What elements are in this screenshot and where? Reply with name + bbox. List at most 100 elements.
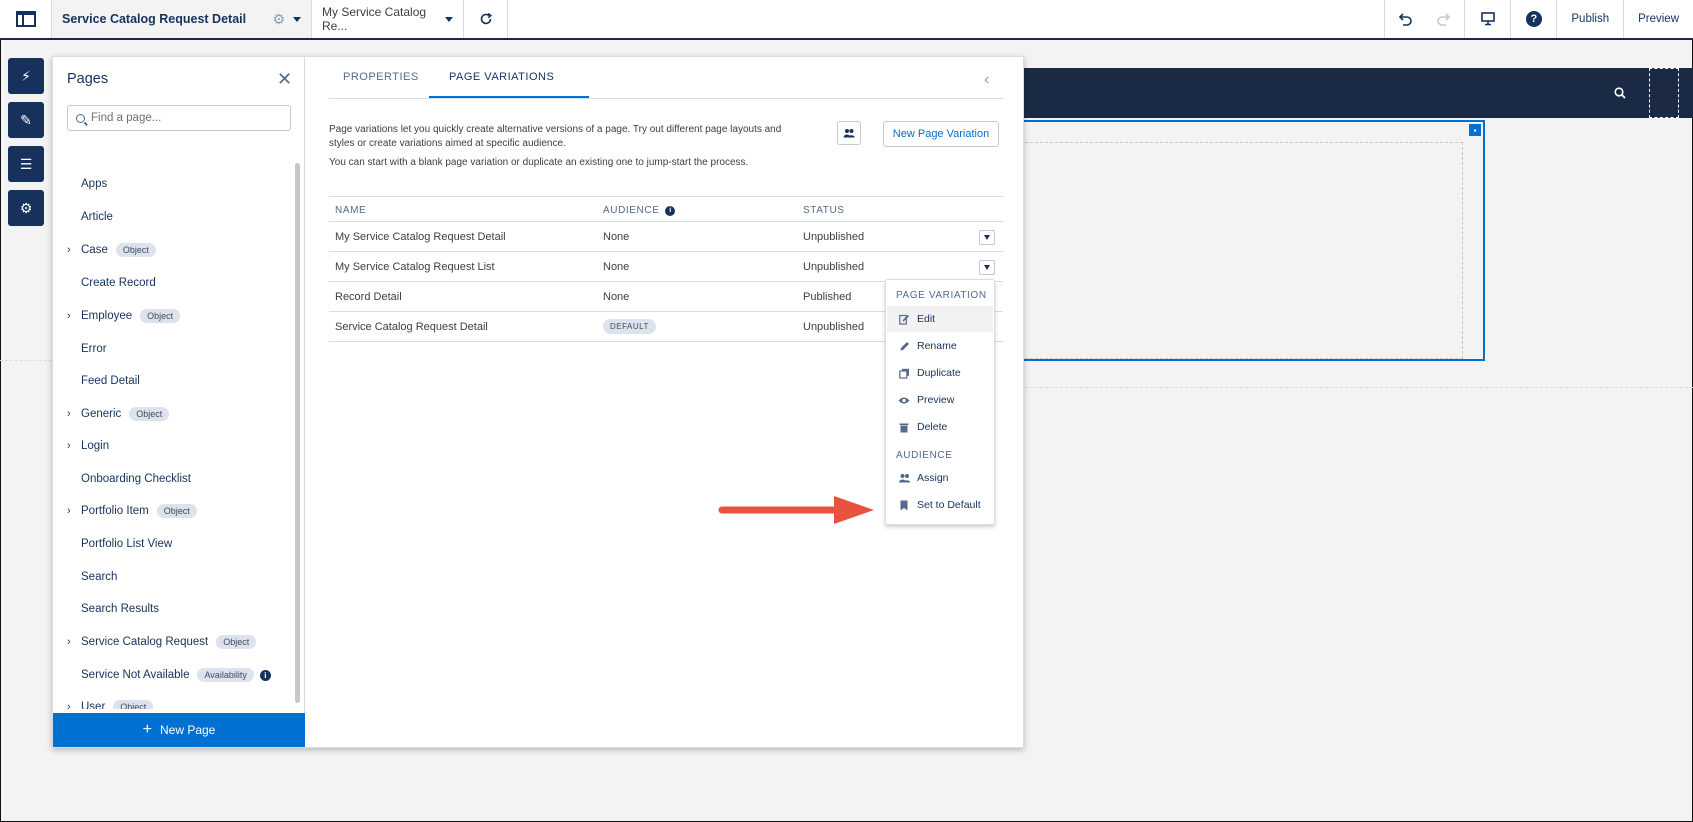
menu-item-delete[interactable]: Delete [887,414,993,440]
page-selector[interactable]: Service Catalog Request Detail ⚙ [52,0,312,38]
search-icon [76,113,85,123]
chevron-down-icon [445,16,453,22]
preview-button[interactable]: Preview [1623,0,1693,38]
people-icon [897,473,911,483]
sidebar-item-label: Create Record [81,277,156,289]
settings-button[interactable]: ⚙ [8,190,44,226]
trash-icon [897,422,911,433]
sidebar-item-label: Article [81,211,113,223]
row-actions-button[interactable] [979,230,995,245]
description-text-2: You can start with a blank page variatio… [329,157,749,168]
scrollbar-thumb[interactable] [295,163,300,703]
component-region [1020,142,1463,359]
tab-page-variations[interactable]: PAGE VARIATIONS [449,71,554,83]
pages-button[interactable]: ☰ [8,146,44,182]
trash-icon[interactable]: ▪ [1469,124,1481,136]
gear-icon: ⚙ [19,199,33,216]
undo-button[interactable] [1384,0,1424,38]
gear-icon[interactable]: ⚙ [272,11,285,28]
refresh-icon [480,12,492,25]
chevron-down-icon [984,265,990,270]
menu-item-preview[interactable]: Preview [887,387,993,413]
chevron-down-icon[interactable] [293,16,301,22]
redo-icon [1437,13,1451,26]
variation-selector[interactable]: My Service Catalog Re... [312,0,464,38]
chevron-right-icon[interactable]: › [67,505,81,517]
table-row[interactable]: My Service Catalog Request List None Unp… [329,252,1003,282]
selected-component[interactable]: ▪ [1020,120,1485,361]
tab-properties[interactable]: PROPERTIES [343,71,419,83]
new-page-button[interactable]: + New Page [53,713,305,747]
sidebar-item-page[interactable]: Feed Detail [53,371,140,391]
menu-item-set-to-default[interactable]: Set to Default [887,492,993,518]
device-preview-button[interactable] [1464,0,1510,38]
default-badge: DEFAULT [603,319,656,334]
publish-button[interactable]: Publish [1556,0,1623,38]
sidebar-item-page[interactable]: Error [53,339,107,359]
components-button[interactable]: ⚡ [8,58,44,94]
menu-item-rename[interactable]: Rename [887,333,993,359]
builder-menu-button[interactable] [0,0,52,38]
pages-list: Apps Article › Case Object Create Record › Empl… [53,143,293,709]
left-rail: ⚡ ✎ ☰ ⚙ [8,58,45,234]
sidebar-item-page[interactable]: Service Not Available Availability i [53,665,271,685]
sidebar-item-page[interactable]: › Generic Object [53,404,170,424]
chevron-left-icon[interactable]: ‹ [984,71,989,89]
row-status: Unpublished [803,321,865,333]
eye-icon [897,396,911,405]
row-actions-menu: PAGE VARIATION Edit Rename Duplicate Pre… [885,279,995,525]
lightning-icon: ⚡ [21,67,31,84]
search-icon[interactable] [1614,86,1626,102]
audience-button[interactable] [837,121,861,145]
brush-icon: ✎ [20,111,32,128]
sidebar-item-page[interactable]: Apps [53,174,107,194]
redo-button[interactable] [1424,0,1464,38]
variation-title: My Service Catalog Re... [322,5,427,33]
sidebar-item-page[interactable]: Onboarding Checklist [53,469,191,489]
sidebar-item-page[interactable]: Search [53,567,117,587]
type-badge: Object [113,700,154,709]
sidebar-item-label: Generic [81,408,122,420]
sidebar-item-page[interactable]: Create Record [53,273,156,293]
chevron-right-icon[interactable]: › [67,310,81,322]
menu-item-edit[interactable]: Edit [887,306,993,332]
refresh-button[interactable] [464,0,508,38]
sidebar-item-page[interactable]: › Login [53,436,109,456]
info-icon[interactable]: i [665,205,676,216]
menu-item-duplicate[interactable]: Duplicate [887,360,993,386]
sidebar-item-page[interactable]: Portfolio List View [53,534,172,554]
chevron-right-icon[interactable]: › [67,440,81,452]
sidebar-item-page[interactable]: › User Object [53,697,154,709]
sidebar-item-page[interactable]: Search Results [53,599,159,619]
table-row[interactable]: My Service Catalog Request Detail None U… [329,222,1003,252]
menu-item-assign[interactable]: Assign [887,465,993,491]
sidebar-item-page[interactable]: › Service Catalog Request Object [53,632,257,652]
sidebar-item-page[interactable]: › Case Object [53,240,156,260]
close-icon[interactable]: ✕ [277,70,292,88]
theme-button[interactable]: ✎ [8,102,44,138]
new-page-variation-button[interactable]: New Page Variation [883,121,999,147]
chevron-right-icon[interactable]: › [67,244,81,256]
help-button[interactable]: ? [1510,0,1556,38]
pages-scrollbar[interactable] [293,143,301,709]
page-search[interactable] [67,105,291,131]
sidebar-item-page[interactable]: › Employee Object [53,306,181,326]
sidebar-item-label: Login [81,440,110,452]
top-toolbar: Service Catalog Request Detail ⚙ My Serv… [0,0,1693,40]
chevron-right-icon[interactable]: › [67,408,81,420]
menu-item-label: Assign [917,472,949,484]
column-header-name: NAME [335,205,367,216]
row-audience: None [603,231,630,243]
row-actions-button[interactable] [979,260,995,275]
sidebar-item-label: Service Not Available [81,669,190,681]
info-icon[interactable]: i [259,669,271,681]
description-text: Page variations let you quickly create a… [329,124,782,149]
chevron-right-icon[interactable]: › [67,636,81,648]
sidebar-item-page[interactable]: › Portfolio Item Object [53,501,197,521]
menu-item-label: Delete [917,421,948,433]
canvas-placeholder[interactable] [1649,68,1679,118]
menu-item-label: Set to Default [917,499,981,511]
sidebar-item-page[interactable]: Article [53,207,113,227]
chevron-right-icon[interactable]: › [67,701,81,709]
page-search-input[interactable] [91,112,281,124]
